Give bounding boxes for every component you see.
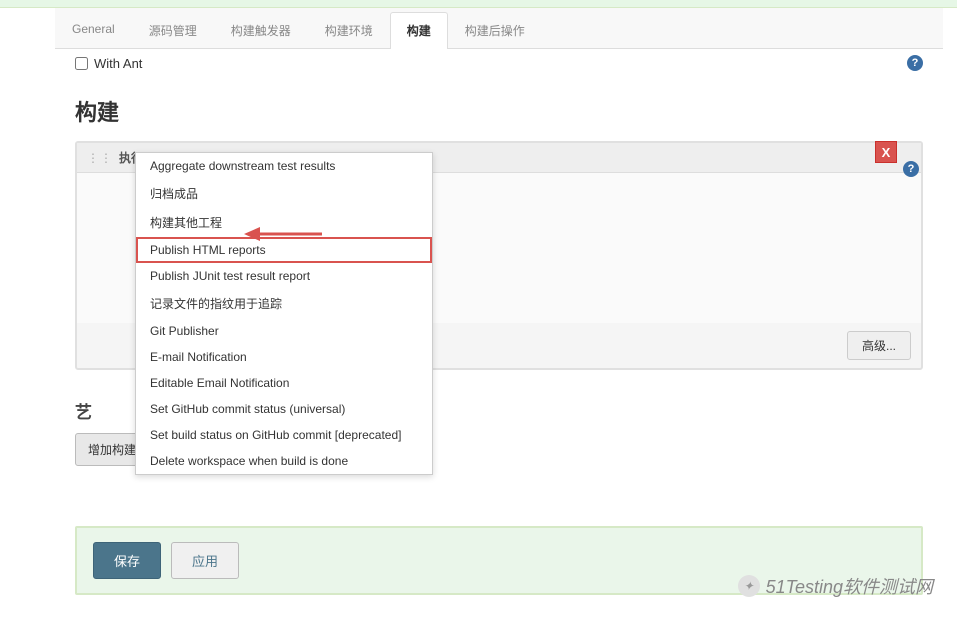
with-ant-checkbox[interactable] bbox=[75, 57, 88, 70]
tab-post-build[interactable]: 构建后操作 bbox=[448, 12, 542, 48]
dropdown-item[interactable]: 归档成品 bbox=[136, 179, 432, 208]
dropdown-item[interactable]: Aggregate downstream test results bbox=[136, 153, 432, 179]
dropdown-item[interactable]: Git Publisher bbox=[136, 318, 432, 344]
help-icon[interactable]: ? bbox=[903, 161, 919, 177]
delete-step-button[interactable]: X bbox=[875, 141, 897, 163]
dropdown-item[interactable]: Delete workspace when build is done bbox=[136, 448, 432, 474]
dropdown-item[interactable]: 记录文件的指纹用于追踪 bbox=[136, 289, 432, 318]
watermark: ✦ 51Testing软件测试网 bbox=[738, 573, 933, 599]
with-ant-row: With Ant ? bbox=[75, 49, 923, 77]
tab-build-triggers[interactable]: 构建触发器 bbox=[214, 12, 308, 48]
tab-build[interactable]: 构建 bbox=[390, 12, 448, 49]
dropdown-item[interactable]: Set build status on GitHub commit [depre… bbox=[136, 422, 432, 448]
config-tabs: General 源码管理 构建触发器 构建环境 构建 构建后操作 bbox=[55, 8, 943, 49]
dropdown-item[interactable]: E-mail Notification bbox=[136, 344, 432, 370]
with-ant-label: With Ant bbox=[94, 56, 142, 71]
advanced-button[interactable]: 高级... bbox=[847, 331, 911, 360]
dropdown-item[interactable]: Editable Email Notification bbox=[136, 370, 432, 396]
dropdown-item[interactable]: Set GitHub commit status (universal) bbox=[136, 396, 432, 422]
wechat-icon: ✦ bbox=[738, 575, 760, 597]
apply-button[interactable]: 应用 bbox=[171, 542, 239, 579]
dropdown-item-publish-html[interactable]: Publish HTML reports bbox=[136, 237, 432, 263]
drag-handle-icon[interactable]: ⋮⋮ bbox=[87, 151, 113, 165]
top-green-bar bbox=[0, 0, 957, 8]
dropdown-item[interactable]: Publish JUnit test result report bbox=[136, 263, 432, 289]
dropdown-item[interactable]: 构建其他工程 bbox=[136, 208, 432, 237]
watermark-text: 51Testing软件测试网 bbox=[766, 573, 933, 599]
tab-build-env[interactable]: 构建环境 bbox=[308, 12, 390, 48]
post-build-dropdown: Aggregate downstream test results 归档成品 构… bbox=[135, 152, 433, 475]
save-button[interactable]: 保存 bbox=[93, 542, 161, 579]
tab-general[interactable]: General bbox=[55, 12, 132, 48]
build-section-title: 构建 bbox=[75, 95, 923, 127]
help-icon[interactable]: ? bbox=[907, 55, 923, 71]
tab-source-code[interactable]: 源码管理 bbox=[132, 12, 214, 48]
